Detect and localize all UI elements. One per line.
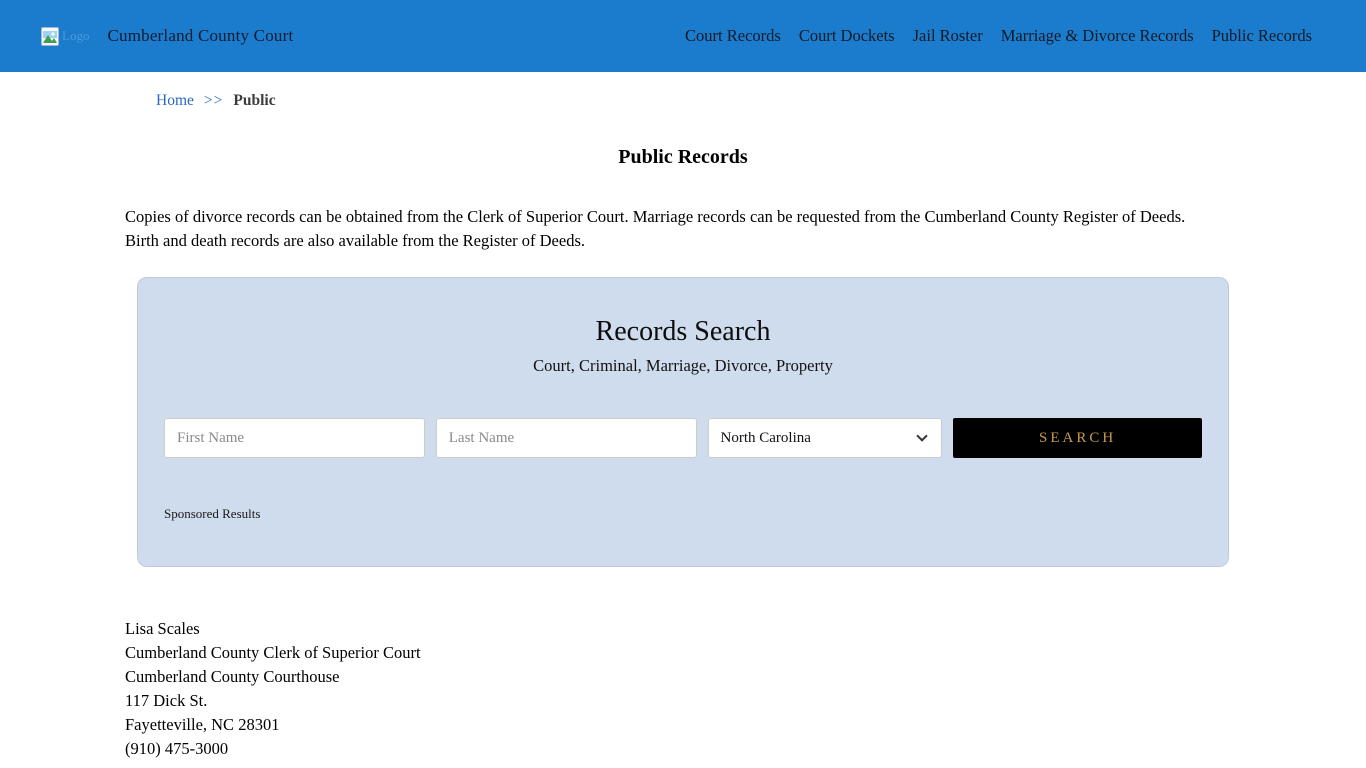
contact-building: Cumberland County Courthouse — [125, 667, 340, 686]
sponsored-results-label: Sponsored Results — [164, 506, 261, 521]
state-select-wrap: North Carolina — [707, 418, 943, 458]
search-button[interactable]: SEARCH — [953, 418, 1202, 458]
logo-alt-text: Logo — [62, 28, 90, 43]
last-name-input[interactable] — [435, 418, 697, 458]
page-title: Public Records — [618, 146, 748, 168]
search-panel-subtitle: Court, Criminal, Marriage, Divorce, Prop… — [533, 356, 833, 375]
nav-item-public-records[interactable]: Public Records — [1212, 26, 1312, 46]
contact-name: Lisa Scales — [125, 619, 200, 638]
breadcrumb-current: Public — [233, 92, 276, 109]
contact-office: Cumberland County Clerk of Superior Cour… — [125, 643, 421, 662]
main-nav: Court Records Court Dockets Jail Roster … — [685, 26, 1312, 46]
site-header: Logo Cumberland County Court Court Recor… — [0, 0, 1366, 72]
search-form-row: North Carolina SEARCH — [164, 418, 1202, 458]
site-title: Cumberland County Court — [107, 26, 294, 45]
nav-item-court-dockets[interactable]: Court Dockets — [799, 26, 895, 46]
contact-street: 117 Dick St. — [125, 691, 208, 710]
breadcrumb: Home >> Public — [156, 92, 1366, 110]
site-logo-broken-image-icon: Logo — [41, 26, 90, 46]
nav-item-court-records[interactable]: Court Records — [685, 26, 781, 46]
first-name-input[interactable] — [164, 418, 425, 458]
intro-paragraph: Copies of divorce records can be obtaine… — [125, 207, 1186, 250]
brand: Logo Cumberland County Court — [41, 26, 293, 46]
nav-item-jail-roster[interactable]: Jail Roster — [913, 26, 983, 46]
broken-image-frame-icon — [41, 26, 59, 46]
breadcrumb-home-link[interactable]: Home — [156, 92, 194, 110]
state-select[interactable]: North Carolina — [707, 418, 943, 458]
breadcrumb-separator: >> — [203, 92, 224, 109]
records-search-panel: Records Search Court, Criminal, Marriage… — [137, 277, 1229, 567]
nav-item-marriage-divorce-records[interactable]: Marriage & Divorce Records — [1001, 26, 1194, 46]
contact-phone: (910) 475-3000 — [125, 739, 229, 758]
search-panel-title: Records Search — [595, 316, 771, 347]
contact-block: Lisa Scales Cumberland County Clerk of S… — [125, 617, 1366, 761]
contact-city: Fayetteville, NC 28301 — [125, 715, 280, 734]
